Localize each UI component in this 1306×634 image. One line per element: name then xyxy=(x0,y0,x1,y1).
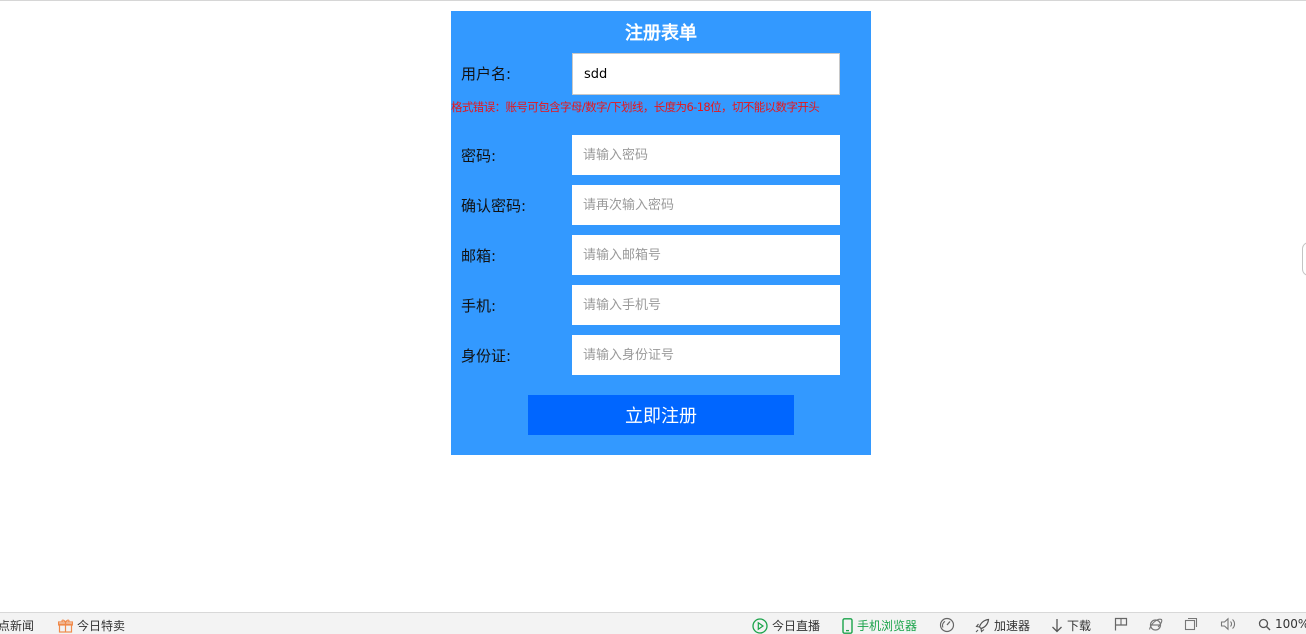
volume-button[interactable] xyxy=(1220,617,1236,631)
live-link[interactable]: 今日直播 xyxy=(752,617,820,634)
id-card-label: 身份证: xyxy=(461,347,512,365)
window-icon xyxy=(1184,617,1198,631)
speedometer-icon xyxy=(939,617,955,633)
search-icon xyxy=(1258,618,1271,631)
id-card-input[interactable] xyxy=(572,335,840,375)
phone-input[interactable] xyxy=(572,285,840,325)
live-label: 今日直播 xyxy=(772,619,821,633)
zoom-level: 100% xyxy=(1275,617,1306,631)
username-label: 用户名: xyxy=(461,65,512,83)
phone-icon xyxy=(842,617,853,634)
flag-button[interactable] xyxy=(1114,617,1128,631)
password-input[interactable] xyxy=(572,135,840,175)
today-deals-link[interactable]: 今日特卖 xyxy=(58,617,125,634)
side-panel-handle[interactable] xyxy=(1302,242,1306,276)
today-deals-label: 今日特卖 xyxy=(77,619,126,633)
speaker-icon xyxy=(1220,617,1236,631)
confirm-password-label: 确认密码: xyxy=(461,197,527,215)
email-label: 邮箱: xyxy=(461,247,497,265)
hot-news-link[interactable]: 热点新闻 xyxy=(0,617,34,634)
window-button[interactable] xyxy=(1184,617,1198,631)
top-border xyxy=(0,0,1306,1)
accelerator-link[interactable]: 加速器 xyxy=(975,617,1030,634)
form-title: 注册表单 xyxy=(625,23,697,44)
username-error-message: 格式错误：账号可包含字母/数字/下划线，长度为6-18位，切不能以数字开头 xyxy=(451,100,820,114)
gift-icon xyxy=(58,619,73,633)
ie-icon xyxy=(1148,617,1163,632)
mobile-browser-link[interactable]: 手机浏览器 xyxy=(842,617,917,634)
username-input[interactable] xyxy=(572,53,840,95)
arrow-down-icon xyxy=(1051,618,1063,633)
confirm-password-input[interactable] xyxy=(572,185,840,225)
mobile-browser-label: 手机浏览器 xyxy=(857,619,918,633)
registration-form: 注册表单 用户名: 格式错误：账号可包含字母/数字/下划线，长度为6-18位，切… xyxy=(451,11,871,455)
speed-dial-button[interactable] xyxy=(939,617,955,633)
zoom-control[interactable]: 100% xyxy=(1258,617,1306,631)
password-label: 密码: xyxy=(461,147,497,165)
browser-status-bar: 热点新闻 今日特卖 今日直播 手机浏览器 加速器 下载 xyxy=(0,612,1306,634)
phone-label: 手机: xyxy=(461,297,497,315)
email-input[interactable] xyxy=(572,235,840,275)
rocket-icon xyxy=(975,618,990,633)
ie-mode-button[interactable] xyxy=(1148,617,1163,632)
play-circle-icon xyxy=(752,617,768,634)
download-link[interactable]: 下载 xyxy=(1051,617,1091,634)
hot-news-label: 热点新闻 xyxy=(0,619,35,633)
register-button[interactable]: 立即注册 xyxy=(528,395,794,435)
download-label: 下载 xyxy=(1067,619,1092,633)
accelerator-label: 加速器 xyxy=(994,619,1031,633)
flag-icon xyxy=(1114,617,1128,631)
